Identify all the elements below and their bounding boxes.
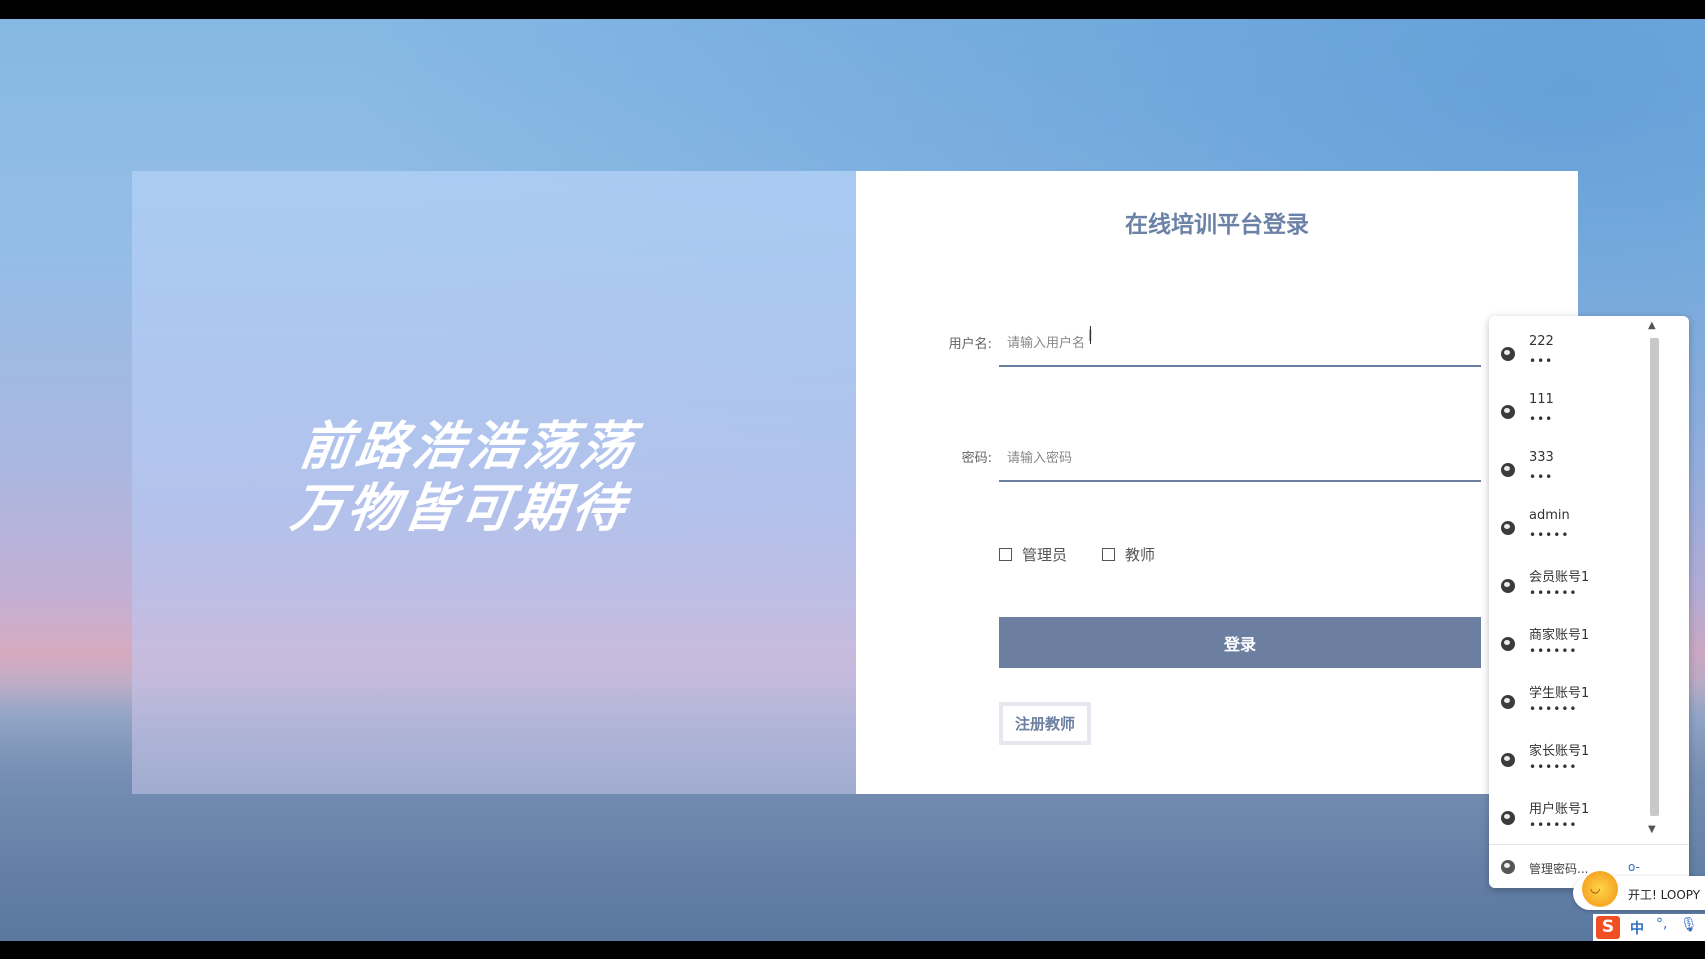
saved-account-username: 用户账号1 bbox=[1529, 802, 1590, 817]
saved-account-password: ••• bbox=[1529, 470, 1554, 484]
scroll-up-arrow-icon[interactable]: ▲ bbox=[1648, 320, 1656, 331]
username-input[interactable] bbox=[999, 322, 1481, 367]
microphone-icon[interactable]: 🎙 bbox=[1680, 917, 1698, 933]
sun-face-icon: ◡ bbox=[1590, 881, 1601, 895]
role-teacher[interactable]: 教师 bbox=[1102, 544, 1155, 565]
register-teacher-button[interactable]: 注册教师 bbox=[999, 702, 1091, 745]
dropdown-divider bbox=[1489, 844, 1689, 845]
ime-punctuation-mode[interactable]: °, bbox=[1656, 916, 1667, 932]
globe-icon bbox=[1501, 347, 1515, 361]
bottom-letterbox bbox=[0, 941, 1705, 959]
manage-passwords-label: 管理密码... bbox=[1529, 862, 1589, 876]
globe-icon bbox=[1501, 579, 1515, 593]
role-teacher-label: 教师 bbox=[1125, 546, 1156, 564]
saved-account-username: 商家账号1 bbox=[1529, 628, 1590, 643]
globe-icon bbox=[1501, 811, 1515, 825]
saved-account-item[interactable]: 学生账号1 •••••• bbox=[1489, 672, 1639, 730]
globe-icon bbox=[1501, 753, 1515, 767]
saved-account-password: ••• bbox=[1529, 354, 1554, 368]
password-input[interactable] bbox=[999, 437, 1481, 482]
saved-account-username: 222 bbox=[1529, 334, 1554, 349]
checkbox-icon[interactable] bbox=[999, 548, 1012, 561]
saved-account-item[interactable]: 商家账号1 •••••• bbox=[1489, 614, 1639, 672]
saved-account-username: 333 bbox=[1529, 450, 1554, 465]
password-label: 密码: bbox=[961, 451, 992, 466]
saved-account-password: •••••• bbox=[1529, 702, 1578, 716]
login-title: 在线培训平台登录 bbox=[1125, 212, 1309, 238]
saved-account-username: 会员账号1 bbox=[1529, 570, 1590, 585]
saved-account-username: 家长账号1 bbox=[1529, 744, 1590, 759]
tray-notification-text: 开工! LOOPY bbox=[1628, 888, 1701, 902]
saved-account-item[interactable]: 家长账号1 •••••• bbox=[1489, 730, 1639, 788]
saved-account-password: ••• bbox=[1529, 412, 1554, 426]
saved-account-password: •••••• bbox=[1529, 586, 1578, 600]
ibeam-cursor-icon: I bbox=[1088, 326, 1093, 345]
username-label: 用户名: bbox=[948, 337, 992, 352]
globe-icon bbox=[1501, 637, 1515, 651]
saved-account-username: admin bbox=[1529, 508, 1570, 523]
slogan-line-1: 前路浩浩荡荡 bbox=[296, 417, 641, 477]
saved-account-password: •••••• bbox=[1529, 818, 1578, 832]
dropdown-scrollbar-thumb[interactable] bbox=[1650, 338, 1659, 816]
saved-account-password: •••••• bbox=[1529, 760, 1578, 774]
saved-account-item[interactable]: admin ••••• bbox=[1489, 498, 1639, 556]
login-card: 在线培训平台登录 bbox=[856, 171, 1578, 794]
role-admin-label: 管理员 bbox=[1022, 546, 1068, 564]
slogan: 前路浩浩荡荡 万物皆可期待 bbox=[123, 416, 864, 540]
scroll-down-arrow-icon[interactable]: ▼ bbox=[1648, 824, 1656, 835]
role-admin[interactable]: 管理员 bbox=[999, 544, 1067, 565]
top-letterbox bbox=[0, 0, 1705, 19]
globe-icon bbox=[1501, 695, 1515, 709]
globe-icon bbox=[1501, 521, 1515, 535]
globe-icon bbox=[1501, 405, 1515, 419]
key-icon: o- bbox=[1628, 860, 1640, 874]
login-button[interactable]: 登录 bbox=[999, 617, 1481, 668]
ime-language-mode[interactable]: 中 bbox=[1630, 918, 1644, 938]
sun-mascot-icon: ◡ bbox=[1582, 871, 1618, 907]
saved-account-item[interactable]: 111 ••• bbox=[1489, 382, 1639, 440]
saved-account-username: 学生账号1 bbox=[1529, 686, 1590, 701]
saved-passwords-dropdown: 222 ••• 111 ••• 333 ••• admin ••••• 会员账号… bbox=[1489, 316, 1689, 888]
sogou-ime-logo-icon[interactable]: S bbox=[1596, 916, 1620, 939]
globe-icon bbox=[1501, 463, 1515, 477]
chrome-icon bbox=[1501, 860, 1515, 874]
saved-account-item[interactable]: 会员账号1 •••••• bbox=[1489, 556, 1639, 614]
slogan-line-2: 万物皆可期待 bbox=[287, 479, 632, 539]
slogan-panel: 前路浩浩荡荡 万物皆可期待 bbox=[132, 171, 856, 794]
saved-account-password: ••••• bbox=[1529, 528, 1570, 542]
saved-account-item[interactable]: 222 ••• bbox=[1489, 324, 1639, 382]
saved-account-password: •••••• bbox=[1529, 644, 1578, 658]
checkbox-icon[interactable] bbox=[1102, 548, 1115, 561]
saved-account-username: 111 bbox=[1529, 392, 1554, 407]
saved-account-item[interactable]: 用户账号1 •••••• bbox=[1489, 788, 1639, 846]
saved-account-item[interactable]: 333 ••• bbox=[1489, 440, 1639, 498]
